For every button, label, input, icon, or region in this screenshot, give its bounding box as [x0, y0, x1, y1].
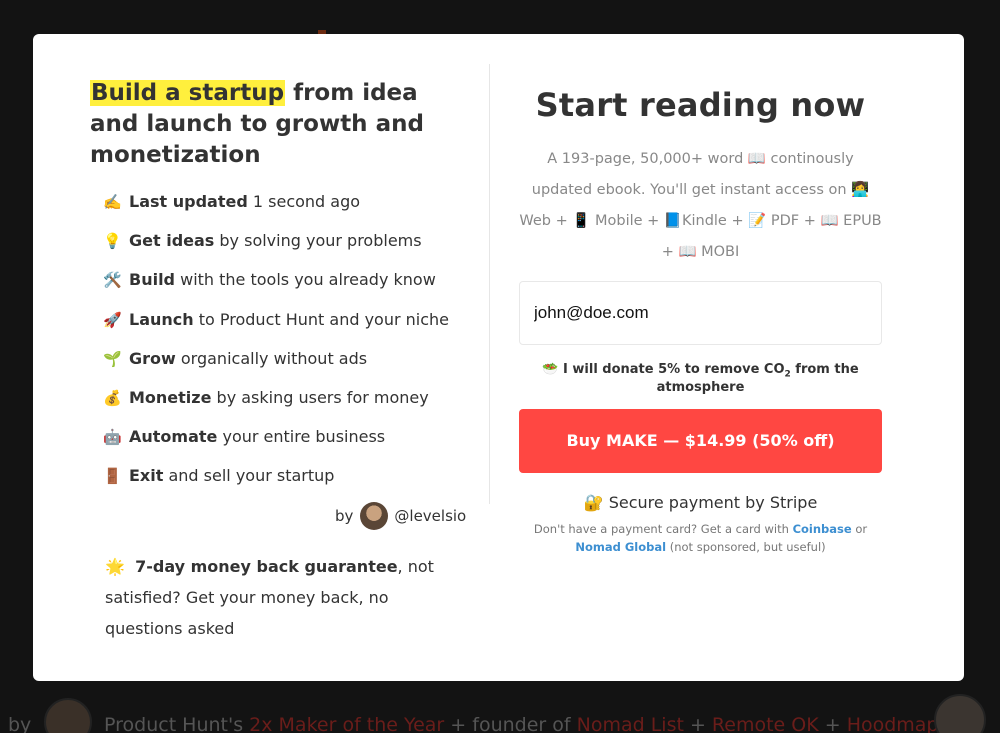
donation-text: I will donate 5% to remove CO: [563, 362, 785, 377]
buy-button[interactable]: Buy MAKE — $14.99 (50% off): [519, 408, 882, 473]
headline-highlight: Build a startup: [90, 80, 286, 106]
author-handle[interactable]: @levelsio: [394, 507, 466, 525]
email-input[interactable]: [519, 281, 882, 345]
feature-item: 🚀 Launch to Product Hunt and your niche: [103, 309, 470, 348]
donation-note: 🥗 I will donate 5% to remove CO2 from th…: [519, 362, 882, 395]
star-icon: 🌟: [105, 557, 125, 576]
checkout-title: Start reading now: [535, 86, 866, 124]
feature-item: 🌱 Grow organically without ads: [103, 348, 470, 387]
feature-text: with the tools you already know: [175, 270, 436, 290]
feature-text: organically without ads: [175, 348, 368, 368]
checkout-column: Start reading now A 193-page, 50,000+ wo…: [519, 86, 882, 556]
robot-icon: 🤖: [103, 428, 122, 447]
seedling-icon: 🌱: [103, 349, 122, 368]
checkout-description: A 193-page, 50,000+ word 📖 continously u…: [519, 151, 882, 260]
features-column: Build a startup from idea and launch to …: [90, 78, 470, 505]
feature-title: Launch: [129, 309, 194, 329]
feature-text: 1 second ago: [247, 192, 361, 211]
feature-text: your entire business: [217, 427, 386, 447]
feature-item: ✍️ Last updated 1 second ago: [103, 191, 470, 230]
background-footer: by Product Hunt's 2x Maker of the Year +…: [0, 690, 1000, 733]
writing-hand-icon: ✍️: [103, 193, 122, 211]
background-link-nomad-list[interactable]: Nomad List: [577, 714, 684, 733]
lock-icon: 🔐: [583, 492, 604, 512]
byline-prefix: by: [335, 507, 354, 525]
feature-text: and sell your startup: [163, 466, 335, 486]
note-mid: or: [851, 521, 868, 536]
feature-item: 🚪 Exit and sell your startup: [103, 465, 470, 504]
note-prefix: Don't have a payment card? Get a card wi…: [533, 521, 793, 536]
rocket-icon: 🚀: [103, 310, 122, 329]
feature-text: to Product Hunt and your niche: [193, 309, 450, 329]
background-text: +: [818, 714, 847, 733]
background-text: + founder of: [444, 714, 577, 733]
author-byline: by @levelsio: [335, 502, 466, 530]
author-avatar: [360, 502, 389, 530]
background-link-maker[interactable]: 2x Maker of the Year: [249, 714, 444, 733]
background-text: Product Hunt's: [104, 714, 250, 733]
feature-title: Get ideas: [129, 231, 215, 251]
guarantee-bold: 7-day money back guarantee: [135, 557, 398, 576]
purchase-modal: Build a startup from idea and launch to …: [33, 34, 964, 681]
feature-title: Automate: [129, 427, 218, 447]
tools-icon: 🛠️: [103, 271, 122, 290]
feature-text: by asking users for money: [211, 387, 429, 407]
light-bulb-icon: 💡: [103, 232, 122, 251]
money-back-guarantee: 🌟 7-day money back guarantee, not satisf…: [105, 551, 455, 644]
feature-title: Exit: [129, 466, 164, 486]
feature-item: 💡 Get ideas by solving your problems: [103, 230, 470, 269]
note-suffix: (not sponsored, but useful): [666, 539, 826, 554]
secure-payment: 🔐 Secure payment by Stripe: [519, 493, 882, 512]
background-credits: Product Hunt's 2x Maker of the Year + fo…: [104, 714, 948, 733]
feature-text: by solving your problems: [214, 231, 422, 251]
feature-title: Monetize: [129, 387, 212, 407]
background-avatar: [44, 698, 92, 733]
nomad-global-link[interactable]: Nomad Global: [575, 540, 666, 554]
salad-icon: 🥗: [542, 362, 559, 377]
secure-payment-label: Secure payment by Stripe: [608, 492, 818, 512]
column-divider: [489, 64, 490, 504]
feature-title: Build: [129, 270, 176, 290]
background-text: +: [683, 714, 712, 733]
background-avatar-right: [934, 694, 986, 733]
background-link-remote-ok[interactable]: Remote OK: [712, 714, 819, 733]
coinbase-link[interactable]: Coinbase: [793, 522, 852, 536]
background-by-label: by: [8, 714, 32, 733]
payment-card-note: Don't have a payment card? Get a card wi…: [519, 520, 882, 556]
money-bag-icon: 💰: [103, 388, 122, 407]
feature-item: 💰 Monetize by asking users for money: [103, 387, 470, 426]
feature-item: 🛠️ Build with the tools you already know: [103, 269, 470, 308]
feature-item: 🤖 Automate your entire business: [103, 426, 470, 465]
feature-list: ✍️ Last updated 1 second ago 💡 Get ideas by…: [103, 191, 470, 505]
feature-title: Last updated: [129, 192, 248, 211]
door-icon: 🚪: [103, 467, 122, 486]
feature-title: Grow: [129, 348, 176, 368]
headline: Build a startup from idea and launch to …: [90, 78, 470, 171]
